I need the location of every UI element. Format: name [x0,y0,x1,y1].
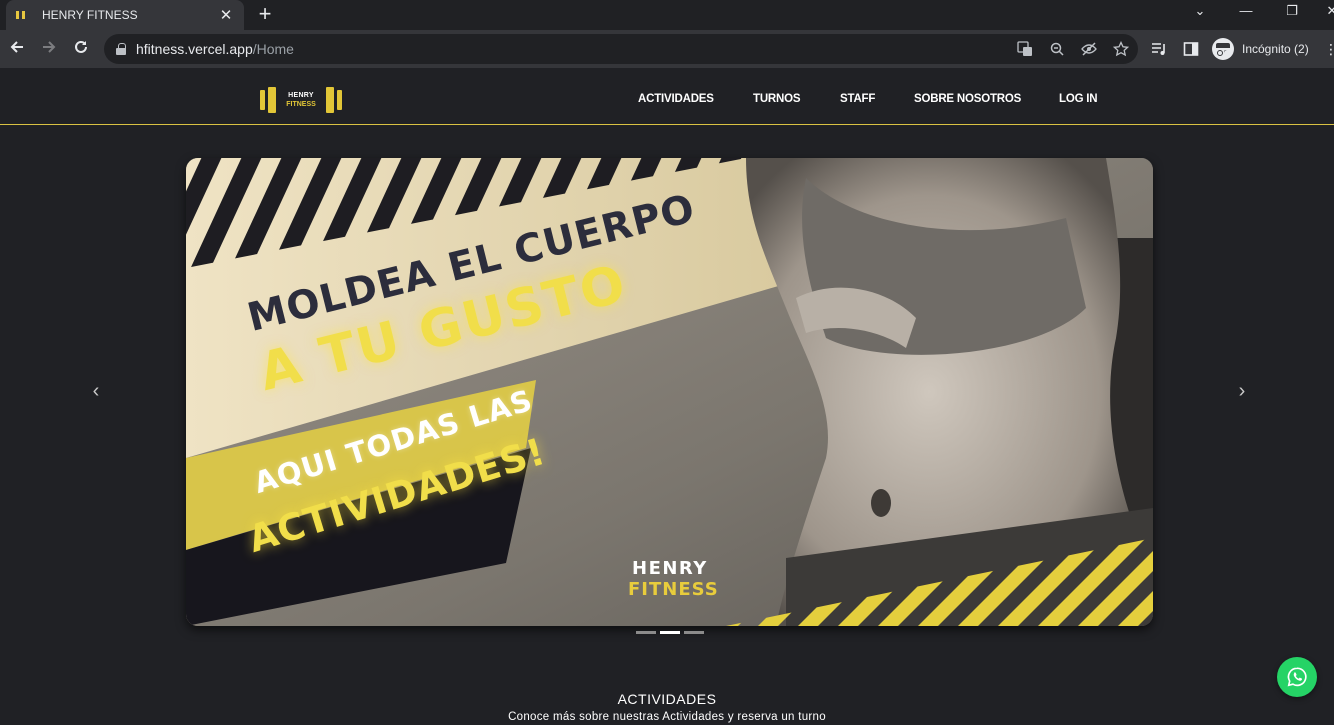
section-title: ACTIVIDADES [617,691,717,707]
browser-toolbar: hfitness.vercel.app/Home Incógnito (2) ⋮ [0,30,1334,68]
site-header: HENRY FITNESS ACTIVIDADES TURNOS STAFF S… [0,68,1334,125]
nav-sobre-nosotros[interactable]: SOBRE NOSOTROS [914,93,1021,105]
carousel-indicator-2[interactable] [660,631,680,634]
logo-line-2: FITNESS [286,101,316,108]
incognito-profile-button[interactable]: Incógnito (2) [1212,36,1309,62]
url-host: hfitness.vercel.app [136,41,253,57]
dumbbell-left-icon [260,87,276,113]
nav-actividades[interactable]: ACTIVIDADES [638,93,714,105]
address-bar[interactable]: hfitness.vercel.app/Home [104,34,1138,64]
new-tab-button[interactable]: + [254,3,276,25]
whatsapp-icon [1287,667,1307,687]
carousel-indicator-3[interactable] [684,631,704,634]
favicon-icon [16,10,30,20]
bookmark-star-icon[interactable] [1112,40,1130,60]
translate-icon[interactable] [1016,41,1034,60]
section-subtitle: Conoce más sobre nuestras Actividades y … [508,711,826,723]
minimize-icon[interactable]: — [1236,3,1256,18]
tab-search-icon[interactable]: ⌄ [1190,3,1210,19]
logo-line-1: HENRY [288,92,314,99]
lock-icon[interactable] [116,43,126,55]
carousel-slide[interactable]: MOLDEA EL CUERPO A TU GUSTO AQUI TODAS L… [186,158,1153,626]
nav-turnos[interactable]: TURNOS [753,93,801,105]
tab-title: HENRY FITNESS [42,8,138,22]
reading-list-icon[interactable] [1150,41,1168,60]
browser-tab-strip: HENRY FITNESS ✕ + ⌄ — ❐ ✕ [0,0,1334,30]
whatsapp-button[interactable] [1277,657,1317,697]
carousel-indicator-1[interactable] [636,631,656,634]
nav-staff[interactable]: STAFF [840,93,875,105]
forward-icon[interactable] [38,38,60,60]
reload-icon[interactable] [70,38,92,60]
tab-close-icon[interactable]: ✕ [218,8,234,23]
restore-icon[interactable]: ❐ [1282,3,1302,19]
zoom-icon[interactable] [1048,41,1066,60]
side-panel-icon[interactable] [1182,41,1200,60]
slide-brand-1: HENRY [632,558,708,579]
slide-brand-2: FITNESS [628,579,719,600]
carousel-next-icon[interactable]: › [1232,380,1252,402]
dumbbell-right-icon [326,87,342,113]
henry-fitness-logo[interactable]: HENRY FITNESS [260,87,342,113]
close-window-icon[interactable]: ✕ [1322,3,1334,19]
incognito-label: Incógnito (2) [1242,42,1309,56]
tracking-blocked-icon[interactable] [1080,41,1098,60]
back-icon[interactable] [6,38,28,60]
browser-menu-icon[interactable]: ⋮ [1322,41,1334,58]
nav-log-in[interactable]: LOG IN [1059,93,1098,105]
incognito-icon [1212,38,1234,60]
carousel-indicators [636,631,704,634]
browser-tab[interactable]: HENRY FITNESS ✕ [6,0,244,30]
url-path: /Home [252,41,294,57]
carousel-prev-icon[interactable]: ‹ [86,380,106,402]
